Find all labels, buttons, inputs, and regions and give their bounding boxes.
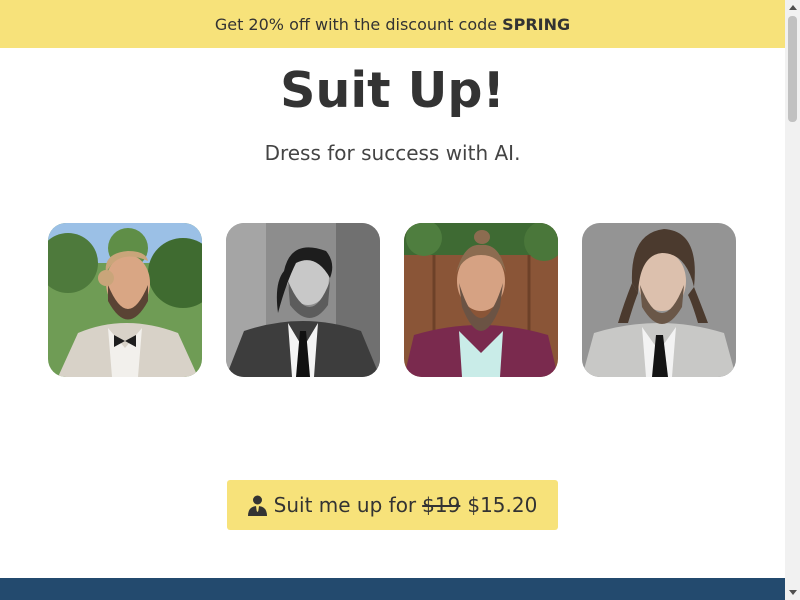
gallery-photo-2 [226, 223, 380, 377]
page: Get 20% off with the discount code SPRIN… [0, 0, 800, 600]
scroll-down-icon[interactable] [785, 585, 800, 600]
person-suit-icon [247, 495, 267, 516]
promo-code: SPRING [502, 14, 571, 34]
photo-gallery [48, 223, 736, 377]
suit-me-up-button[interactable]: Suit me up for $19 $15.20 [227, 480, 558, 530]
promo-banner: Get 20% off with the discount code SPRIN… [0, 0, 785, 48]
scroll-up-icon[interactable] [785, 0, 800, 15]
cta-new-price: $15.20 [467, 493, 538, 517]
main-content: Get 20% off with the discount code SPRIN… [0, 0, 785, 600]
promo-text: Get 20% off with the discount code [214, 14, 498, 34]
page-subtitle: Dress for success with AI. [264, 141, 521, 165]
vertical-scrollbar[interactable] [785, 0, 800, 600]
cta-label: Suit me up for [273, 493, 417, 517]
page-title: Suit Up! [280, 62, 505, 119]
footer-section [0, 578, 785, 600]
cta-old-price: $19 [422, 493, 461, 517]
gallery-photo-3 [404, 223, 558, 377]
gallery-photo-4 [582, 223, 736, 377]
gallery-photo-1 [48, 223, 202, 377]
scrollbar-thumb[interactable] [788, 16, 797, 122]
